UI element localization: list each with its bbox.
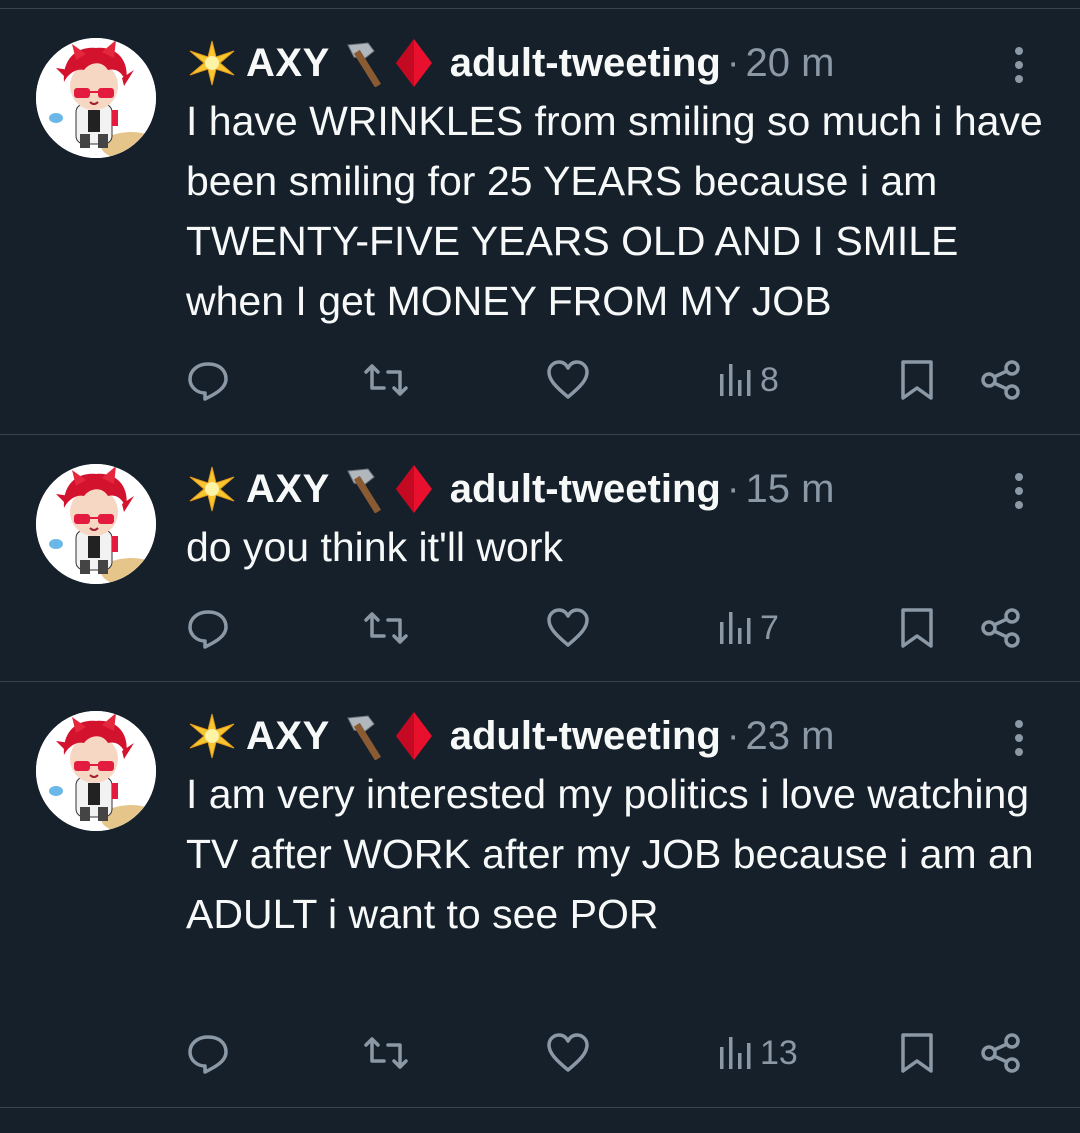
action-bar: 13 bbox=[186, 1028, 1036, 1078]
views-count: 8 bbox=[760, 360, 779, 399]
like-icon[interactable] bbox=[546, 1028, 590, 1078]
glowing-star-icon bbox=[186, 39, 238, 87]
views-icon[interactable]: 7 bbox=[718, 603, 779, 653]
avatar-plush-icon bbox=[36, 38, 156, 158]
tweet-feed: AXY adult-tweeting · 20 m I have WRINKLE… bbox=[0, 9, 1080, 1108]
more-icon[interactable] bbox=[1010, 47, 1028, 83]
retweet-icon[interactable] bbox=[362, 355, 410, 405]
red-diamond-icon bbox=[394, 710, 434, 762]
views-count: 7 bbox=[760, 608, 779, 647]
retweet-icon[interactable] bbox=[362, 1028, 410, 1078]
bookmark-icon[interactable] bbox=[900, 1028, 934, 1078]
display-name[interactable]: AXY bbox=[246, 41, 330, 86]
views-icon[interactable]: 8 bbox=[718, 355, 779, 405]
avatar-plush-icon bbox=[36, 464, 156, 584]
views-count: 13 bbox=[760, 1033, 798, 1072]
tweet-header: AXY adult-tweeting · 23 m bbox=[186, 710, 834, 762]
bookmark-icon[interactable] bbox=[900, 603, 934, 653]
like-icon[interactable] bbox=[546, 355, 590, 405]
avatar[interactable] bbox=[36, 464, 156, 584]
avatar[interactable] bbox=[36, 38, 156, 158]
share-icon[interactable] bbox=[980, 1028, 1022, 1078]
timestamp[interactable]: 23 m bbox=[746, 714, 835, 759]
separator-dot: · bbox=[726, 467, 740, 510]
timestamp[interactable]: 20 m bbox=[746, 41, 835, 86]
tweet-text: I have WRINKLES from smiling so much i h… bbox=[186, 98, 1043, 324]
more-icon[interactable] bbox=[1010, 720, 1028, 756]
axe-icon bbox=[340, 39, 386, 87]
action-bar: 8 bbox=[186, 355, 1036, 405]
axe-icon bbox=[340, 712, 386, 760]
glowing-star-icon bbox=[186, 465, 238, 513]
red-diamond-icon bbox=[394, 37, 434, 89]
reply-icon[interactable] bbox=[186, 355, 230, 405]
tweet[interactable]: AXY adult-tweeting · 15 m do you think i… bbox=[0, 435, 1080, 682]
separator-dot: · bbox=[726, 714, 740, 757]
share-icon[interactable] bbox=[980, 603, 1022, 653]
more-icon[interactable] bbox=[1010, 473, 1028, 509]
like-icon[interactable] bbox=[546, 603, 590, 653]
tweet-text: do you think it'll work bbox=[186, 524, 563, 570]
reply-icon[interactable] bbox=[186, 603, 230, 653]
tweet[interactable]: AXY adult-tweeting · 20 m I have WRINKLE… bbox=[0, 9, 1080, 435]
timestamp[interactable]: 15 m bbox=[746, 467, 835, 512]
avatar[interactable] bbox=[36, 711, 156, 831]
tweet-header: AXY adult-tweeting · 15 m bbox=[186, 463, 834, 515]
glowing-star-icon bbox=[186, 712, 238, 760]
display-name[interactable]: AXY bbox=[246, 467, 330, 512]
display-name[interactable]: AXY bbox=[246, 714, 330, 759]
share-icon[interactable] bbox=[980, 355, 1022, 405]
username[interactable]: adult-tweeting bbox=[450, 41, 721, 86]
tweet-header: AXY adult-tweeting · 20 m bbox=[186, 37, 834, 89]
axe-icon bbox=[340, 465, 386, 513]
username[interactable]: adult-tweeting bbox=[450, 714, 721, 759]
tweet-text: I am very interested my politics i love … bbox=[186, 771, 1034, 937]
red-diamond-icon bbox=[394, 463, 434, 515]
bookmark-icon[interactable] bbox=[900, 355, 934, 405]
separator-dot: · bbox=[726, 41, 740, 84]
username[interactable]: adult-tweeting bbox=[450, 467, 721, 512]
avatar-plush-icon bbox=[36, 711, 156, 831]
reply-icon[interactable] bbox=[186, 1028, 230, 1078]
action-bar: 7 bbox=[186, 603, 1036, 653]
retweet-icon[interactable] bbox=[362, 603, 410, 653]
tweet[interactable]: AXY adult-tweeting · 23 m I am very inte… bbox=[0, 682, 1080, 1108]
views-icon[interactable]: 13 bbox=[718, 1028, 798, 1078]
